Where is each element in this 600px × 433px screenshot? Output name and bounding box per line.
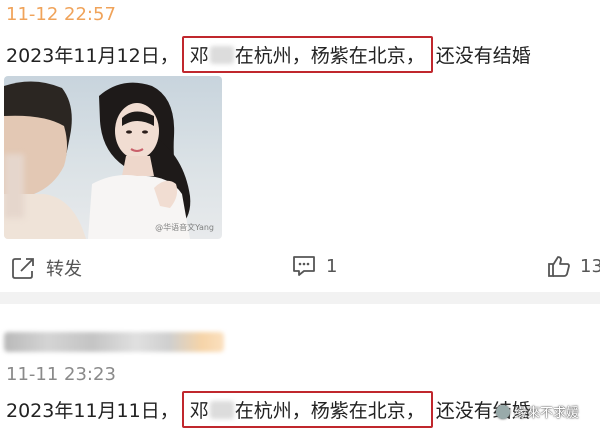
blurred-name xyxy=(209,45,234,64)
repost-button[interactable]: 转发 xyxy=(12,255,82,281)
post1-timestamp: 11-12 22:57 xyxy=(6,4,116,25)
like-icon xyxy=(548,256,570,277)
post-divider xyxy=(0,292,600,304)
image-watermark: @华语音文Yang xyxy=(155,223,214,232)
post2-highlight-suffix: 在杭州，杨紫在北京， xyxy=(234,400,425,422)
blurred-name xyxy=(209,400,234,419)
post1-highlight-box: 邓 在杭州，杨紫在北京， xyxy=(181,36,433,73)
paw-icon xyxy=(496,404,510,419)
like-button[interactable]: 13 xyxy=(548,255,600,277)
post1-text-before: 2023年11月12日， xyxy=(6,45,179,67)
repost-label: 转发 xyxy=(46,259,82,280)
post1-highlight-suffix: 在杭州，杨紫在北京， xyxy=(234,45,425,67)
blurred-username xyxy=(4,332,224,352)
like-count: 13 xyxy=(580,255,600,277)
post1-text: 2023年11月12日， 邓 在杭州，杨紫在北京， 还没有结婚 xyxy=(6,36,531,73)
page-watermark-text: 缘來不求媛 xyxy=(514,406,580,421)
share-icon xyxy=(12,258,34,279)
post2-text-before: 2023年11月11日， xyxy=(6,400,179,422)
comment-icon xyxy=(293,256,315,276)
post1-text-after: 还没有结婚 xyxy=(435,45,531,67)
post2-highlight-box: 邓 在杭州，杨紫在北京， xyxy=(181,391,433,428)
post2-timestamp: 11-11 23:23 xyxy=(6,364,116,385)
post2-text: 2023年11月11日， 邓 在杭州，杨紫在北京， 还没有结婚 xyxy=(6,391,531,428)
comment-count: 1 xyxy=(326,255,338,277)
page-watermark: 缘來不求媛 xyxy=(496,402,579,421)
blurred-face xyxy=(4,154,24,218)
post1-photo[interactable]: @华语音文Yang xyxy=(4,76,222,239)
comment-button[interactable]: 1 xyxy=(292,255,337,277)
post2-highlight-prefix: 邓 xyxy=(189,400,209,422)
post1-highlight-prefix: 邓 xyxy=(189,45,209,67)
